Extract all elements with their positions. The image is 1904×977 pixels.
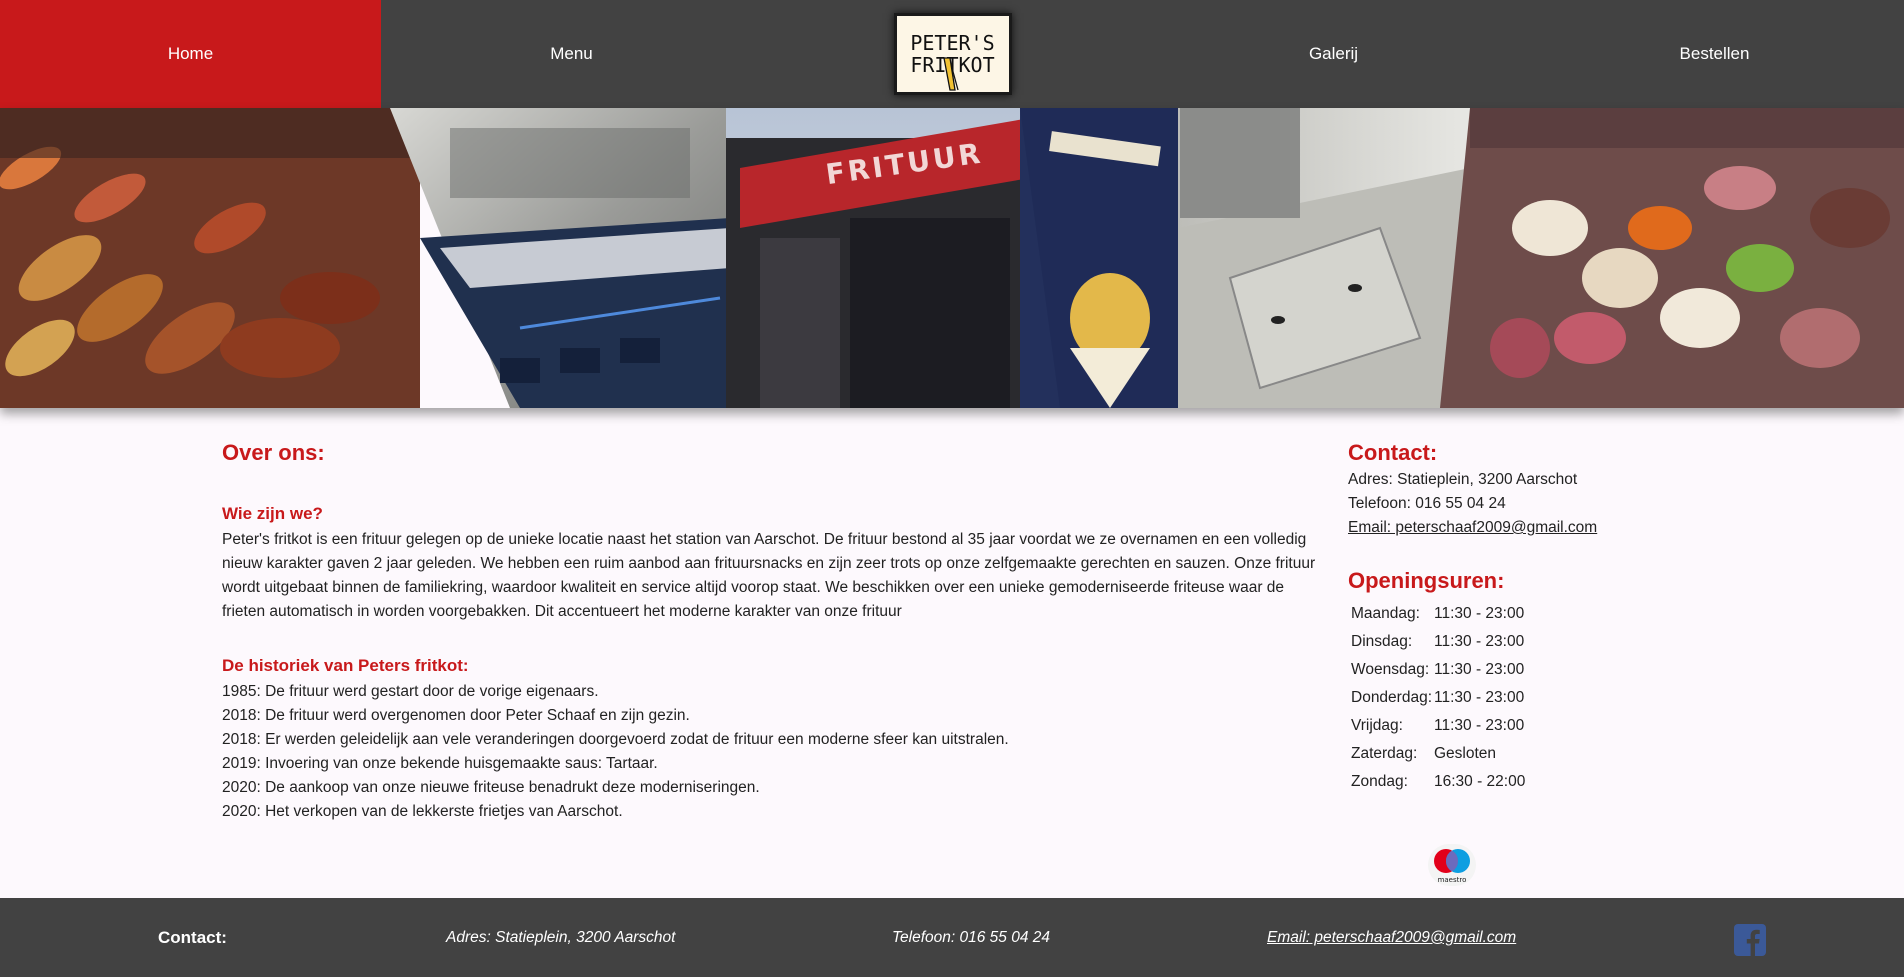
who-title: Wie zijn we? <box>222 504 323 523</box>
who-text: Peter's fritkot is een frituur gelegen o… <box>222 531 1316 620</box>
history-item: 2020: Het verkopen van de lekkerste frie… <box>222 803 623 820</box>
hours-time: 11:30 - 23:00 <box>1434 661 1525 678</box>
hours-row: Vrijdag: 11:30 - 23:00 <box>1348 712 1668 740</box>
nav-bestellen[interactable]: Bestellen <box>1524 0 1904 108</box>
nav-galerij[interactable]: Galerij <box>1143 0 1524 108</box>
hours-day: Vrijdag: <box>1351 717 1403 734</box>
hours-row: Donderdag: 11:30 - 23:00 <box>1348 684 1668 712</box>
logo-slot: PETER'S FRITKOT <box>762 0 1143 108</box>
logo-line-1: PETER'S <box>910 31 995 55</box>
hours-title: Openingsuren: <box>1348 568 1505 593</box>
about-section: Over ons: Wie zijn we? Peter's fritkot i… <box>222 440 1322 824</box>
history-item: 2018: Er werden geleidelijk aan vele ver… <box>222 731 1009 748</box>
contact-sidebar: Contact: Adres: Statieplein, 3200 Aarsch… <box>1348 440 1668 796</box>
nav-home[interactable]: Home <box>0 0 381 108</box>
hours-day: Zondag: <box>1351 773 1408 790</box>
contact-address: Adres: Statieplein, 3200 Aarschot <box>1348 471 1578 488</box>
history-item: 2018: De frituur werd overgenomen door P… <box>222 707 690 724</box>
hero-banner: FRITUUR <box>0 108 1904 408</box>
history-item: 1985: De frituur werd gestart door de vo… <box>222 683 599 700</box>
hours-time: 16:30 - 22:00 <box>1434 773 1526 790</box>
hours-day: Maandag: <box>1351 605 1420 622</box>
footer-address: Adres: Statieplein, 3200 Aarschot <box>446 929 676 946</box>
footer-phone: Telefoon: 016 55 04 24 <box>892 929 1051 946</box>
fries-icon <box>942 57 959 91</box>
history-item: 2020: De aankoop van onze nieuwe friteus… <box>222 779 760 796</box>
site-logo[interactable]: PETER'S FRITKOT <box>893 13 1012 95</box>
contact-title: Contact: <box>1348 440 1438 465</box>
hours-row: Zaterdag: Gesloten <box>1348 740 1668 768</box>
hours-day: Dinsdag: <box>1351 633 1413 650</box>
history-list: 1985: De frituur werd gestart door de vo… <box>222 680 1322 824</box>
footer-email-link[interactable]: Email: peterschaaf2009@gmail.com <box>1267 929 1516 947</box>
hours-row: Zondag: 16:30 - 22:00 <box>1348 768 1668 796</box>
history-item: 2019: Invoering van onze bekende huisgem… <box>222 755 658 772</box>
hours-row: Woensdag: 11:30 - 23:00 <box>1348 656 1668 684</box>
contact-email-link[interactable]: Email: peterschaaf2009@gmail.com <box>1348 519 1597 536</box>
hours-time: 11:30 - 23:00 <box>1434 717 1525 734</box>
nav-menu[interactable]: Menu <box>381 0 762 108</box>
hours-time: 11:30 - 23:00 <box>1434 689 1525 706</box>
maestro-label: maestro <box>1438 876 1467 884</box>
site-footer: Contact: Adres: Statieplein, 3200 Aarsch… <box>0 898 1904 977</box>
footer-title: Contact: <box>158 928 227 947</box>
about-title: Over ons: <box>222 440 325 465</box>
hours-time: 11:30 - 23:00 <box>1434 633 1525 650</box>
hours-day: Donderdag: <box>1351 689 1433 706</box>
facebook-icon[interactable] <box>1734 924 1766 956</box>
hours-row: Dinsdag: 11:30 - 23:00 <box>1348 628 1668 656</box>
banner-collage-image: FRITUUR <box>0 108 1904 408</box>
hours-time: 11:30 - 23:00 <box>1434 605 1525 622</box>
hours-table: Maandag: 11:30 - 23:00 Dinsdag: 11:30 - … <box>1348 600 1668 796</box>
maestro-icon: maestro <box>1428 844 1476 886</box>
hours-time: Gesloten <box>1434 745 1497 762</box>
hours-day: Zaterdag: <box>1351 745 1418 762</box>
hours-day: Woensdag: <box>1351 661 1430 678</box>
contact-phone: Telefoon: 016 55 04 24 <box>1348 495 1506 512</box>
history-title: De historiek van Peters fritkot: <box>222 656 469 675</box>
hours-row: Maandag: 11:30 - 23:00 <box>1348 600 1668 628</box>
main-navigation: Home Menu PETER'S FRITKOT Galerij Bestel… <box>0 0 1904 108</box>
